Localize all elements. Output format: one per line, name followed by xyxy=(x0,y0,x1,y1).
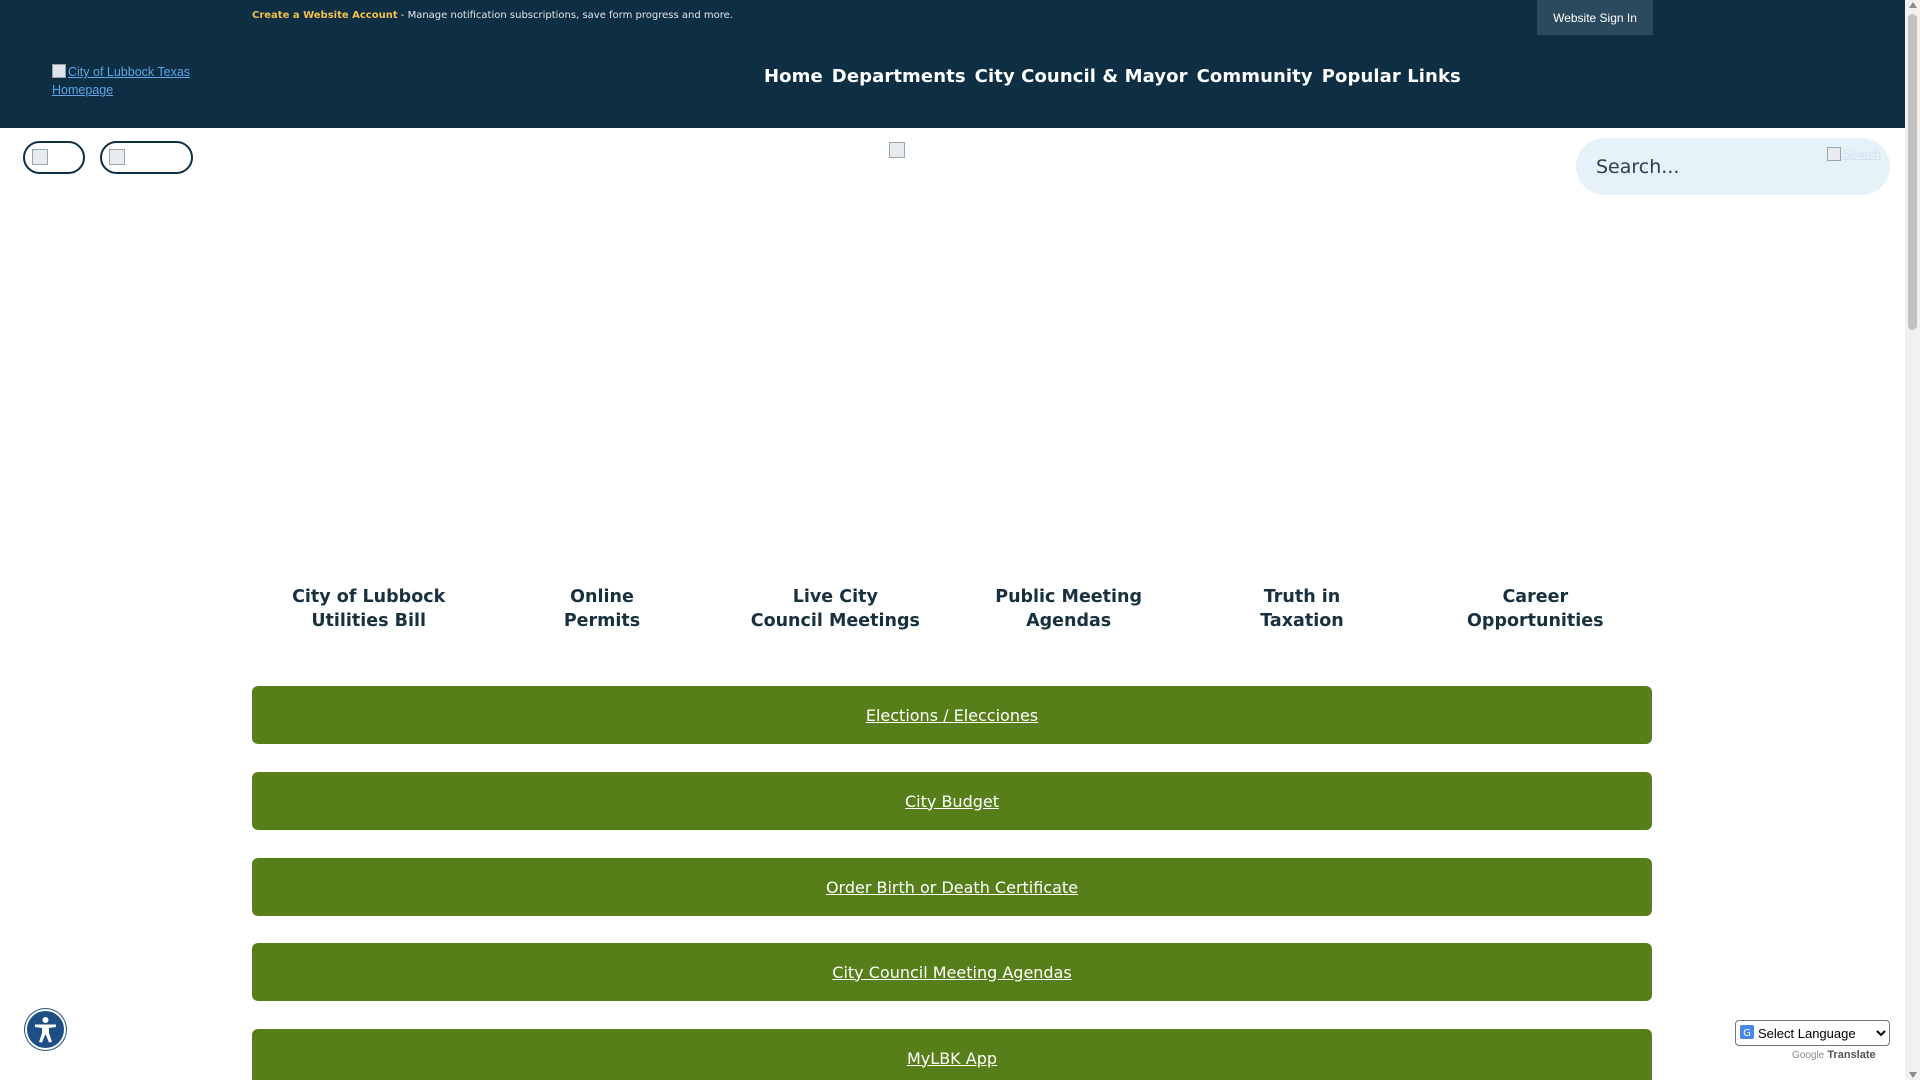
nav-home[interactable]: Home xyxy=(764,66,823,87)
quick-link-public-meeting-agendas[interactable]: Public Meeting Agendas xyxy=(952,585,1185,633)
slideshow-control-button[interactable] xyxy=(100,141,193,174)
accessibility-icon[interactable] xyxy=(25,1009,66,1050)
mylbk-app-button[interactable]: MyLBK App xyxy=(252,1029,1652,1080)
logo-image-placeholder xyxy=(52,64,66,78)
quick-link-truth-in-taxation[interactable]: Truth in Taxation xyxy=(1185,585,1418,633)
translate-link[interactable]: Translate xyxy=(1827,1049,1875,1061)
birth-death-certificate-button[interactable]: Order Birth or Death Certificate xyxy=(252,858,1652,916)
scroll-up-icon[interactable] xyxy=(1909,2,1917,8)
quick-link-utilities-bill[interactable]: City of Lubbock Utilities Bill xyxy=(252,585,485,633)
google-g-icon: G xyxy=(1740,1025,1754,1039)
council-agendas-button-label: City Council Meeting Agendas xyxy=(832,962,1072,982)
logo-link[interactable]: City of Lubbock Texas Homepage xyxy=(52,63,212,99)
search-button[interactable]: Search xyxy=(1827,145,1881,163)
logo-alt-text: City of Lubbock Texas Homepage xyxy=(52,65,191,97)
mylbk-app-button-label: MyLBK App xyxy=(907,1048,997,1068)
hero-image-placeholder xyxy=(889,142,905,158)
nav-departments[interactable]: Departments xyxy=(832,66,966,87)
elections-button[interactable]: Elections / Elecciones xyxy=(252,686,1652,744)
svg-text:G: G xyxy=(1743,1028,1751,1039)
city-budget-button[interactable]: City Budget xyxy=(252,772,1652,830)
search-icon xyxy=(1827,147,1841,161)
account-banner-text: - Manage notification subscriptions, sav… xyxy=(397,10,733,21)
quick-links: City of Lubbock Utilities Bill Online Pe… xyxy=(252,585,1652,633)
account-banner: Create a Website Account - Manage notifi… xyxy=(252,10,733,21)
language-select[interactable]: Select Language xyxy=(1735,1020,1890,1046)
scrollbar-thumb[interactable] xyxy=(1908,14,1917,330)
certificate-button-label: Order Birth or Death Certificate xyxy=(825,877,1079,897)
sign-in-button[interactable]: Website Sign In xyxy=(1537,0,1653,35)
council-agendas-button[interactable]: City Council Meeting Agendas xyxy=(252,943,1652,1001)
scroll-down-icon[interactable] xyxy=(1909,1072,1917,1078)
quick-link-online-permits[interactable]: Online Permits xyxy=(485,585,718,633)
google-wordmark: Google xyxy=(1792,1050,1825,1061)
city-budget-button-label: City Budget xyxy=(905,791,999,811)
site-header: Create a Website Account - Manage notifi… xyxy=(0,0,1905,128)
search-button-alt: Search xyxy=(1843,147,1882,161)
main-navigation: Home Departments City Council & Mayor Co… xyxy=(764,66,1461,87)
page-scrollbar[interactable] xyxy=(1905,0,1920,1080)
nav-popular-links[interactable]: Popular Links xyxy=(1322,66,1461,87)
quick-link-career-opportunities[interactable]: Career Opportunities xyxy=(1419,585,1652,633)
elections-button-label: Elections / Elecciones xyxy=(865,705,1039,725)
slideshow-pause-button[interactable] xyxy=(23,141,85,174)
powered-by-google: Google Translate xyxy=(1792,1049,1876,1061)
nav-city-council-mayor[interactable]: City Council & Mayor xyxy=(975,66,1188,87)
quick-link-live-council-meetings[interactable]: Live City Council Meetings xyxy=(719,585,952,633)
create-account-link[interactable]: Create a Website Account xyxy=(252,10,398,21)
broken-image-icon xyxy=(109,149,125,165)
broken-image-icon xyxy=(32,149,48,165)
nav-community[interactable]: Community xyxy=(1197,66,1313,87)
